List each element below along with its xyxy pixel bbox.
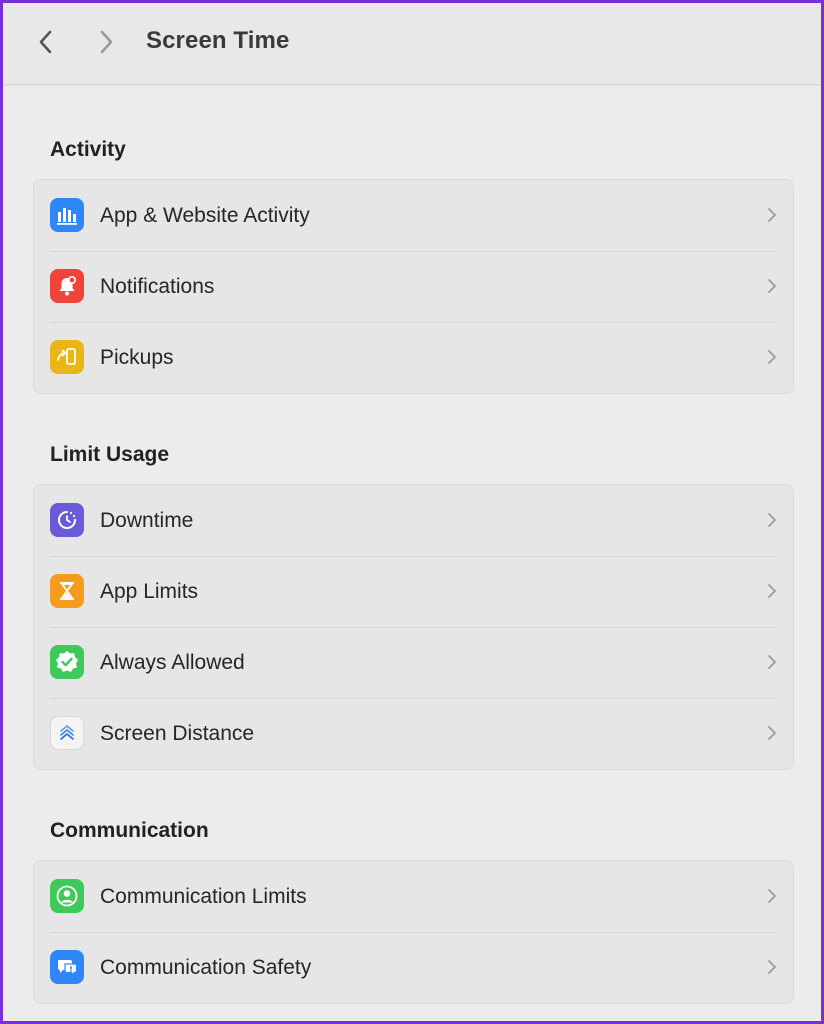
chat-bubbles-icon — [50, 950, 84, 984]
hourglass-icon — [50, 574, 84, 608]
row-label: Always Allowed — [100, 651, 245, 674]
row-downtime[interactable]: Downtime — [34, 485, 793, 556]
checkmark-seal-icon — [50, 645, 84, 679]
section-title-limit-usage: Limit Usage — [50, 443, 170, 466]
section-title-communication: Communication — [50, 819, 209, 842]
row-app-website-activity[interactable]: App & Website Activity — [34, 180, 793, 251]
row-communication-safety[interactable]: Communication Safety — [34, 932, 793, 1003]
row-label: Communication Limits — [100, 885, 307, 908]
back-button[interactable] — [31, 25, 61, 59]
row-label: Downtime — [100, 509, 194, 532]
chevron-right-icon — [768, 279, 776, 293]
row-label: App & Website Activity — [100, 204, 310, 227]
toolbar: Screen Time — [3, 3, 821, 85]
chevron-right-icon — [768, 726, 776, 740]
section-title-activity: Activity — [50, 138, 126, 161]
chevron-right-icon — [768, 350, 776, 364]
row-label: Communication Safety — [100, 956, 312, 979]
screen-time-window: Screen Time Activity App & Website Activ… — [3, 3, 821, 1021]
row-label: Pickups — [100, 346, 174, 369]
row-pickups[interactable]: Pickups — [34, 322, 793, 393]
person-circle-icon — [50, 879, 84, 913]
forward-button[interactable] — [91, 25, 121, 59]
phone-pickup-icon — [50, 340, 84, 374]
bell-icon — [50, 269, 84, 303]
row-notifications[interactable]: Notifications — [34, 251, 793, 322]
row-screen-distance[interactable]: Screen Distance — [34, 698, 793, 769]
row-always-allowed[interactable]: Always Allowed — [34, 627, 793, 698]
activity-group: App & Website Activity Notifications Pic… — [33, 179, 794, 394]
row-label: Notifications — [100, 275, 215, 298]
chevron-right-icon — [768, 655, 776, 669]
row-label: App Limits — [100, 580, 199, 603]
page-title: Screen Time — [146, 27, 290, 54]
chevron-right-icon — [768, 513, 776, 527]
chevron-right-icon — [100, 30, 113, 54]
chevron-right-icon — [768, 584, 776, 598]
row-app-limits[interactable]: App Limits — [34, 556, 793, 627]
chevron-right-icon — [768, 208, 776, 222]
communication-group: Communication Limits Communication Safet… — [33, 860, 794, 1004]
bar-chart-icon — [50, 198, 84, 232]
chevron-right-icon — [768, 889, 776, 903]
row-label: Screen Distance — [100, 722, 255, 745]
limit-usage-group: Downtime App Limits Always Allowed Scree… — [33, 484, 794, 770]
moon-dial-icon — [50, 503, 84, 537]
chevron-right-icon — [768, 960, 776, 974]
row-communication-limits[interactable]: Communication Limits — [34, 861, 793, 932]
chevron-left-icon — [39, 30, 52, 54]
distance-chevrons-icon — [50, 716, 84, 750]
